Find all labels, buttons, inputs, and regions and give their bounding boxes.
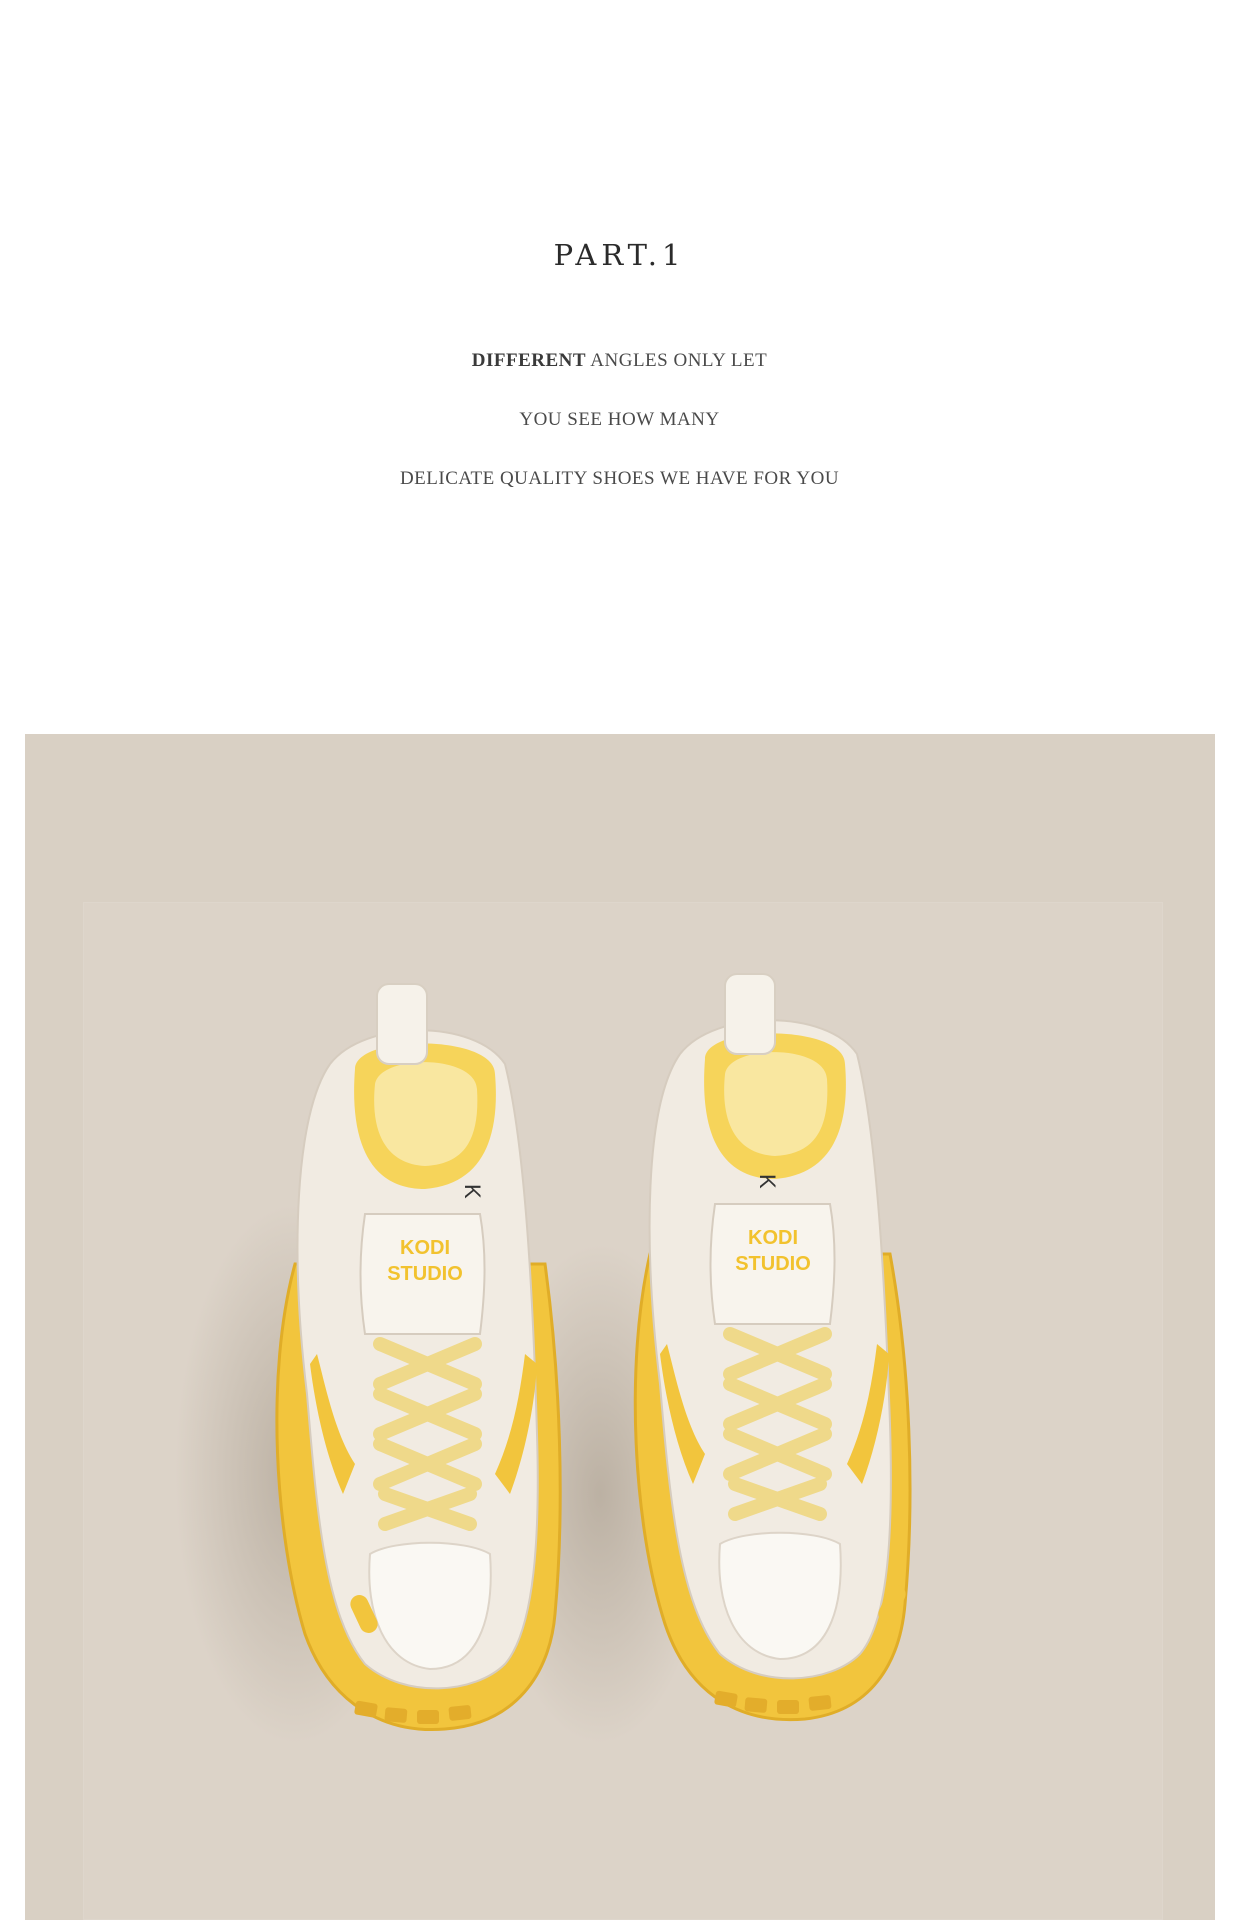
left-sneaker: K KODI STUDIO xyxy=(275,983,562,1732)
header-section: PART.1 DIFFERENT ANGLES ONLY LET YOU SEE… xyxy=(0,0,1239,734)
right-tongue-label-bottom: STUDIO xyxy=(735,1253,811,1275)
tagline-emphasis: DIFFERENT xyxy=(471,350,587,371)
sneakers-illustration: K KODI STUDIO K KODI STUDIO xyxy=(175,973,912,1744)
right-tongue-label-top: KODI xyxy=(748,1227,798,1249)
tagline-line-1: DIFFERENT ANGLES ONLY LET xyxy=(0,350,1239,372)
left-insole-text: K xyxy=(460,1184,485,1199)
tagline-line-3: DELICATE QUALITY SHOES WE HAVE FOR YOU xyxy=(399,468,840,489)
tagline-line-2: YOU SEE HOW MANY xyxy=(519,409,720,430)
right-sneaker: K KODI STUDIO xyxy=(633,973,912,1722)
sneakers-photo: K KODI STUDIO K KODI STUDIO xyxy=(25,734,1215,1920)
left-tongue-label-top: KODI xyxy=(400,1237,450,1259)
tagline-line-1-rest: ANGLES ONLY LET xyxy=(590,350,768,371)
part-title: PART.1 xyxy=(553,238,686,272)
right-insole-text: K xyxy=(755,1174,780,1189)
left-tongue-label-bottom: STUDIO xyxy=(387,1263,463,1285)
